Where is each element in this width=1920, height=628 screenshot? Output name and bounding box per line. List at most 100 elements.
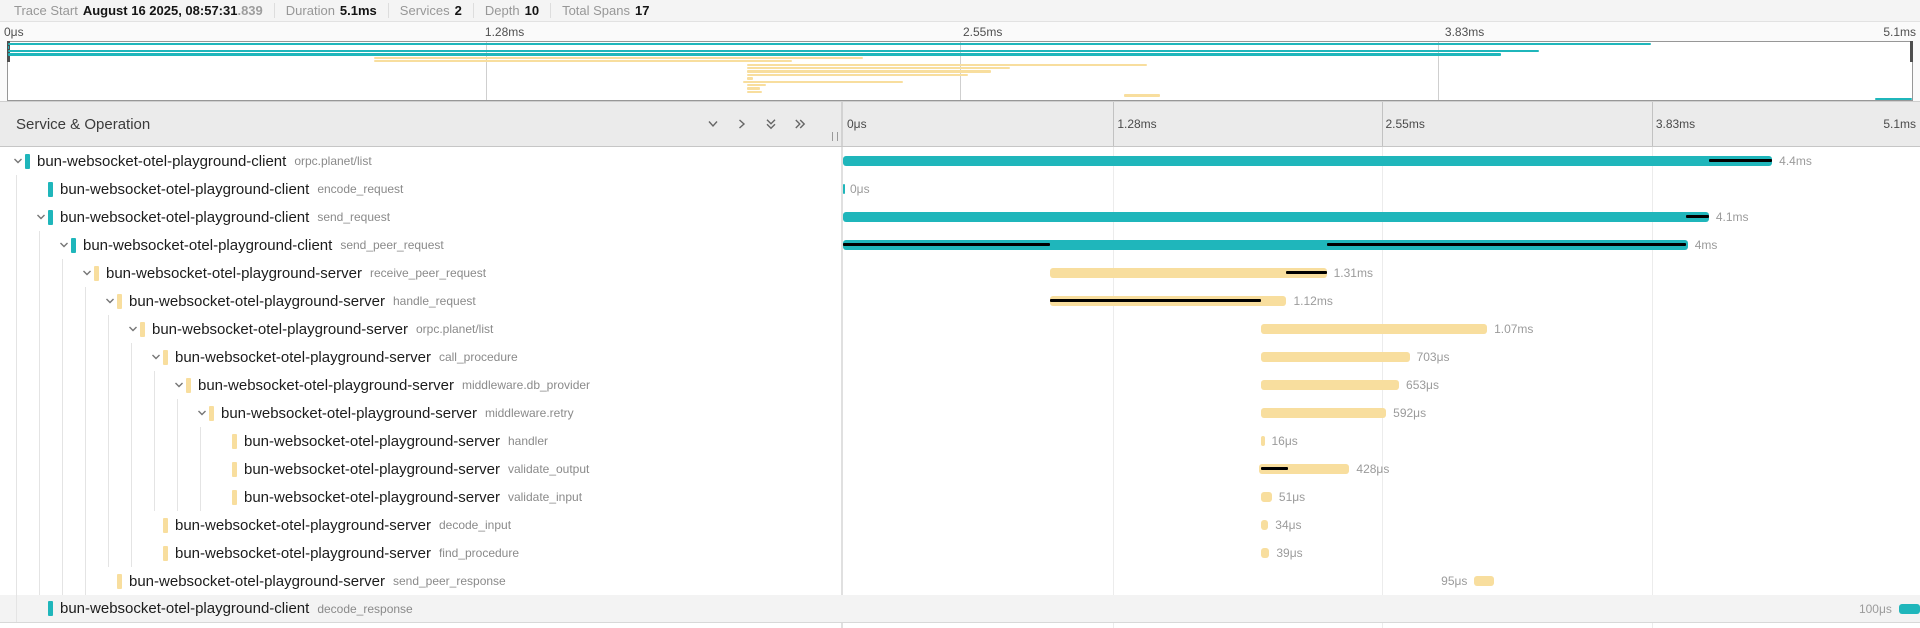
span-name-cell[interactable]: bun-websocket-otel-playground-servermidd… [0,399,843,427]
span-duration-bar[interactable] [1474,576,1494,586]
collapse-span-chevron-icon[interactable] [174,380,186,390]
span-row[interactable]: bun-websocket-otel-playground-clientenco… [0,175,1920,203]
span-row[interactable]: bun-websocket-otel-playground-servervali… [0,483,1920,511]
span-timeline-cell[interactable]: 428μs [843,455,1920,483]
minimap-canvas[interactable] [7,41,1913,101]
span-timeline-cell[interactable]: 703μs [843,343,1920,371]
span-timeline-cell[interactable]: 4.1ms [843,203,1920,231]
span-duration-bar[interactable] [1261,352,1409,362]
collapse-span-chevron-icon[interactable] [151,352,163,362]
span-timeline-cell[interactable]: 0μs [843,175,1920,203]
service-color-bar [117,294,122,309]
minimap-tick-label: 1.28ms [485,25,524,39]
span-row[interactable]: bun-websocket-otel-playground-serverdeco… [0,511,1920,539]
span-row[interactable]: bun-websocket-otel-playground-clientsend… [0,231,1920,259]
span-timeline-cell[interactable]: 1.12ms [843,287,1920,315]
tree-indent-guide [39,371,40,399]
span-timeline-cell[interactable]: 4.4ms [843,147,1920,175]
span-duration-label: 703μs [1417,343,1450,371]
span-timeline-cell[interactable]: 39μs [843,539,1920,567]
span-row[interactable]: bun-websocket-otel-playground-servermidd… [0,371,1920,399]
span-duration-bar[interactable] [1261,520,1268,530]
span-duration-bar[interactable] [1261,548,1269,558]
span-name-cell[interactable]: bun-websocket-otel-playground-serverhand… [0,427,843,455]
span-row[interactable]: bun-websocket-otel-playground-servermidd… [0,399,1920,427]
span-name-cell[interactable]: bun-websocket-otel-playground-serverrece… [0,259,843,287]
span-duration-bar[interactable] [1261,408,1386,418]
span-row[interactable]: bun-websocket-otel-playground-clientorpc… [0,147,1920,175]
timeline-tick-label: 5.1ms [1883,117,1916,131]
span-name-cell[interactable]: bun-websocket-otel-playground-clientdeco… [0,595,843,622]
chevron-down-icon[interactable] [706,117,720,131]
double-chevron-right-icon[interactable] [793,117,807,131]
chevron-right-icon[interactable] [735,117,749,131]
span-timeline-cell[interactable]: 1.31ms [843,259,1920,287]
span-duration-bar[interactable] [1261,380,1399,390]
span-row[interactable]: bun-websocket-otel-playground-serverrece… [0,259,1920,287]
span-timeline-cell[interactable]: 4ms [843,231,1920,259]
span-duration-bar[interactable] [1261,436,1264,446]
span-name-cell[interactable]: bun-websocket-otel-playground-servervali… [0,483,843,511]
span-timeline-cell[interactable]: 16μs [843,427,1920,455]
span-row[interactable]: bun-websocket-otel-playground-clientdeco… [0,595,1920,623]
tree-indent-guide [16,539,17,567]
timeline-header-divider [1113,102,1114,146]
column-resizer[interactable] [832,132,838,141]
collapse-span-chevron-icon[interactable] [128,324,140,334]
minimap-right-scrubber-handle[interactable] [1910,41,1913,62]
span-name-cell[interactable]: bun-websocket-otel-playground-servercall… [0,343,843,371]
span-timeline-cell[interactable]: 653μs [843,371,1920,399]
span-timeline-cell[interactable]: 95μs [843,567,1920,595]
tree-indent-guide [85,567,86,595]
span-timeline-cell[interactable]: 592μs [843,399,1920,427]
span-duration-label: 34μs [1275,511,1301,539]
span-name-cell[interactable]: bun-websocket-otel-playground-clientsend… [0,231,843,259]
minimap-span-bar [747,87,760,89]
span-name-cell[interactable]: bun-websocket-otel-playground-serverhand… [0,287,843,315]
span-row[interactable]: bun-websocket-otel-playground-serverhand… [0,287,1920,315]
span-duration-bar[interactable] [1899,604,1920,614]
collapse-span-chevron-icon[interactable] [36,212,48,222]
critical-path-segment [1050,299,1261,302]
span-name-cell[interactable]: bun-websocket-otel-playground-clientenco… [0,175,843,203]
span-row[interactable]: bun-websocket-otel-playground-serverhand… [0,427,1920,455]
span-name-cell[interactable]: bun-websocket-otel-playground-serverdeco… [0,511,843,539]
span-row[interactable]: bun-websocket-otel-playground-serversend… [0,567,1920,595]
span-duration-bar[interactable] [843,156,1772,166]
collapse-span-chevron-icon[interactable] [59,240,71,250]
span-name-cell[interactable]: bun-websocket-otel-playground-serversend… [0,567,843,595]
tree-indent-guide [39,259,40,287]
collapse-span-chevron-icon[interactable] [82,268,94,278]
span-name-cell[interactable]: bun-websocket-otel-playground-clientorpc… [0,147,843,175]
span-timeline-cell[interactable]: 1.07ms [843,315,1920,343]
span-name-cell[interactable]: bun-websocket-otel-playground-serverfind… [0,539,843,567]
minimap-span-bar [747,74,968,76]
span-row[interactable]: bun-websocket-otel-playground-serverorpc… [0,315,1920,343]
collapse-span-chevron-icon[interactable] [13,156,25,166]
span-name-cell[interactable]: bun-websocket-otel-playground-servervali… [0,455,843,483]
span-duration-bar[interactable] [843,184,845,194]
span-duration-bar[interactable] [1050,268,1327,278]
tree-indent-guide [154,455,155,483]
span-name-cell[interactable]: bun-websocket-otel-playground-servermidd… [0,371,843,399]
span-duration-bar[interactable] [1261,324,1487,334]
collapse-span-chevron-icon[interactable] [197,408,209,418]
operation-name: encode_request [317,182,403,196]
double-chevron-down-icon[interactable] [764,117,778,131]
span-timeline-cell[interactable]: 51μs [843,483,1920,511]
span-name-cell[interactable]: bun-websocket-otel-playground-serverorpc… [0,315,843,343]
span-row[interactable]: bun-websocket-otel-playground-clientsend… [0,203,1920,231]
span-name-cell[interactable]: bun-websocket-otel-playground-clientsend… [0,203,843,231]
span-timeline-cell[interactable]: 34μs [843,511,1920,539]
span-row[interactable]: bun-websocket-otel-playground-servercall… [0,343,1920,371]
tree-indent-guide [16,315,17,343]
service-color-bar [232,434,237,449]
trace-start-fraction: .839 [237,3,262,18]
tree-indent-guide [131,483,132,511]
span-row[interactable]: bun-websocket-otel-playground-serverfind… [0,539,1920,567]
span-row[interactable]: bun-websocket-otel-playground-servervali… [0,455,1920,483]
span-timeline-cell[interactable]: 100μs [843,595,1920,622]
span-duration-bar[interactable] [1261,492,1272,502]
collapse-span-chevron-icon[interactable] [105,296,117,306]
span-duration-bar[interactable] [843,212,1709,222]
